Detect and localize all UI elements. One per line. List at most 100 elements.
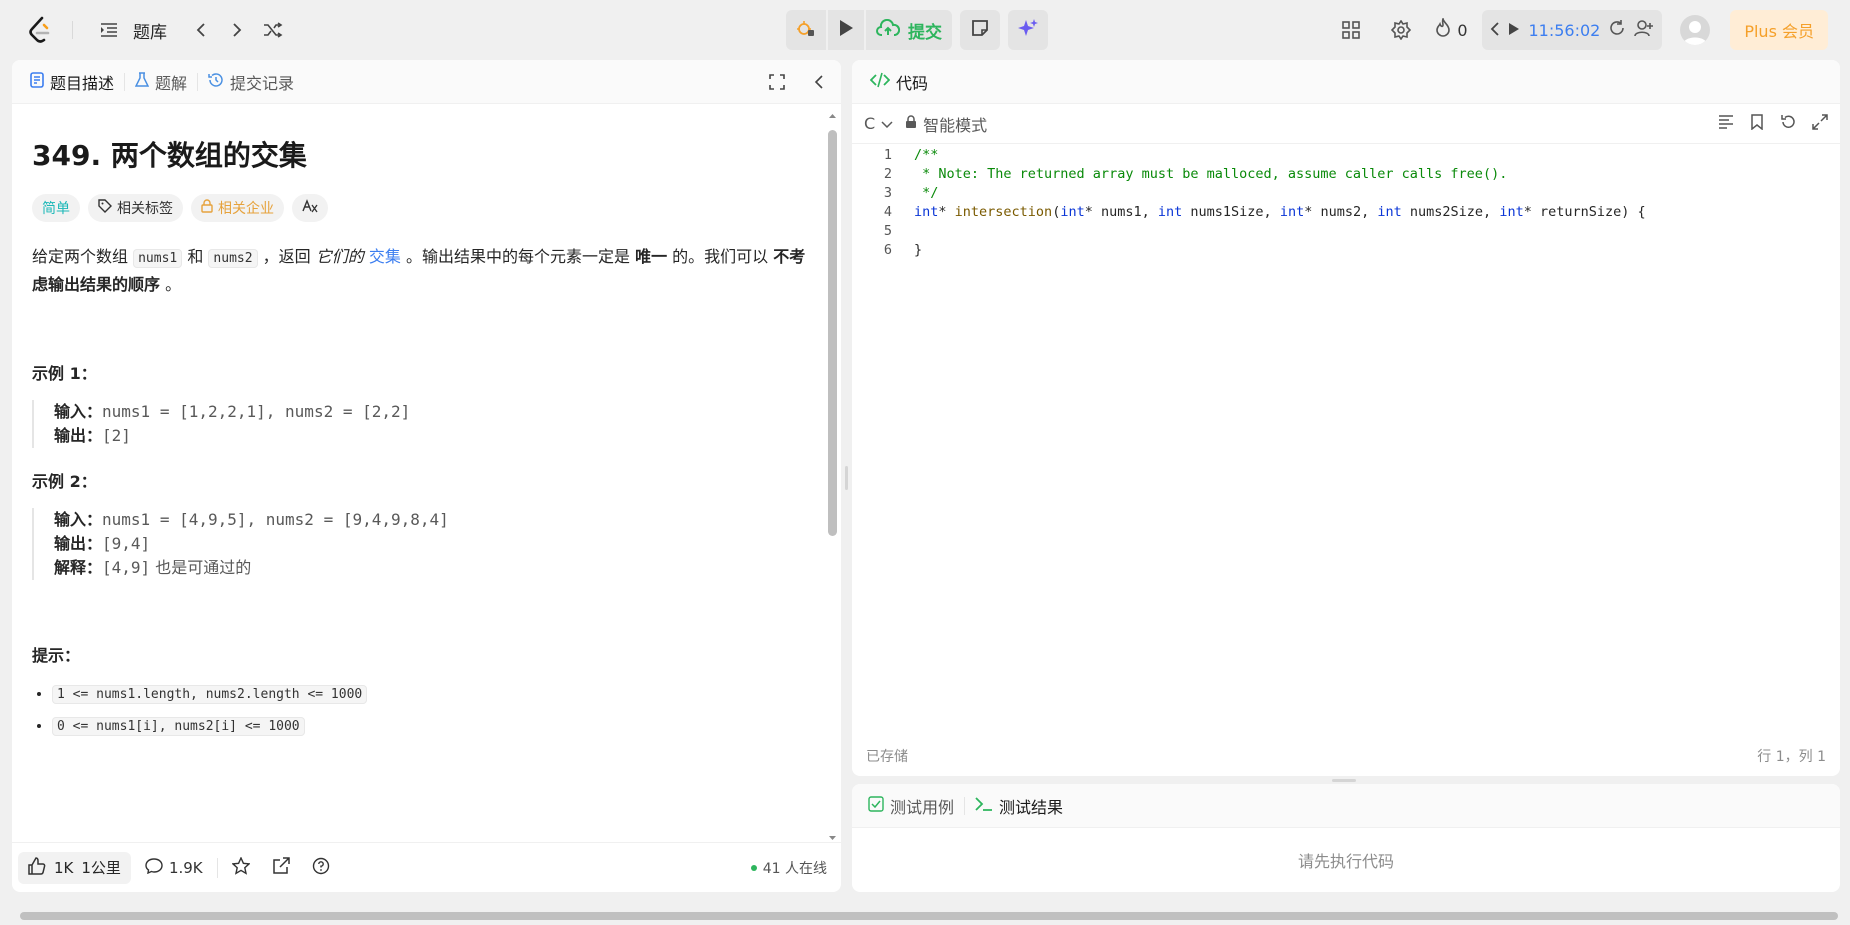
hint-code: 0 <= nums1[i], nums2[i] <= 1000	[52, 717, 305, 736]
shuffle-icon[interactable]	[259, 16, 287, 44]
desc-text: 给定两个数组	[32, 247, 134, 266]
output-label: 输出：	[54, 426, 103, 445]
like-button[interactable]: 1K 1公里	[18, 851, 131, 884]
ai-assist-button[interactable]	[1008, 10, 1048, 50]
history-icon	[208, 72, 224, 92]
help-circle-icon	[312, 857, 330, 879]
note-button[interactable]	[960, 10, 1000, 50]
editor-toolbar: C 智能模式	[852, 104, 1840, 144]
user-avatar[interactable]	[1680, 15, 1711, 45]
token: intersection	[954, 204, 1053, 220]
output-label: 输出：	[54, 534, 103, 553]
lock-icon	[905, 114, 917, 133]
related-tags-button[interactable]: 相关标签	[88, 194, 183, 222]
hint-code: 1 <= nums1.length, nums2.length <= 1000	[52, 685, 368, 704]
code-panel-header: 代码	[852, 60, 1840, 104]
desc-code: nums1	[133, 249, 183, 268]
online-count: 41 人在线	[750, 858, 827, 878]
bookmark-icon[interactable]	[1750, 113, 1764, 134]
online-text: 41 人在线	[762, 860, 827, 877]
submit-button[interactable]: 提交	[866, 10, 952, 50]
token: int	[914, 204, 939, 220]
cursor-position: 行 1，列 1	[1757, 749, 1826, 765]
desc-text: 的。我们可以	[667, 247, 774, 266]
debug-run-submit-group: 提交	[786, 10, 952, 50]
timer-play-icon[interactable]	[1508, 21, 1520, 40]
problem-panel-tabs: 题目描述 题解 提交记录	[12, 60, 841, 104]
online-dot	[750, 864, 757, 871]
expand-icon[interactable]	[1812, 113, 1828, 134]
tab-description[interactable]: 题目描述	[30, 70, 114, 94]
streak-counter[interactable]: 0	[1426, 16, 1476, 42]
explain-text: 也是可通过的	[150, 558, 252, 577]
test-panel: 测试用例 测试结果 请先执行代码	[852, 784, 1840, 892]
favorite-button[interactable]	[218, 855, 264, 879]
problem-content: 349. 两个数组的交集 简单 相关标签 相关企业 给定两个数组 nums1 和…	[12, 104, 832, 842]
intersection-link[interactable]: 交集	[369, 247, 401, 266]
cloud-upload-icon	[876, 18, 901, 42]
example-output: [9,4]	[102, 534, 151, 553]
description-scrollbar[interactable]	[828, 112, 837, 842]
tab-code[interactable]: 代码	[869, 70, 928, 94]
fullscreen-icon[interactable]	[769, 74, 785, 94]
language-select[interactable]: C	[864, 114, 905, 133]
translate-button[interactable]	[292, 194, 328, 222]
problem-description: 给定两个数组 nums1 和 nums2 ，返回 它们的 交集 。输出结果中的每…	[32, 244, 812, 298]
help-button[interactable]	[298, 857, 344, 879]
prev-problem-icon[interactable]	[187, 16, 215, 44]
smart-mode-toggle[interactable]: 智能模式	[905, 112, 987, 136]
vertical-splitter[interactable]	[845, 466, 848, 490]
format-align-icon[interactable]	[1718, 114, 1734, 134]
collapse-panel-icon[interactable]	[813, 74, 825, 94]
tab-testcases[interactable]: 测试用例	[868, 794, 954, 818]
token: * nums2,	[1304, 204, 1378, 220]
debug-button[interactable]	[786, 10, 826, 50]
leetcode-logo-icon[interactable]	[28, 16, 52, 44]
desc-text: 。输出结果中的每个元素一定是	[400, 247, 636, 266]
token: int	[1499, 204, 1524, 220]
settings-gear-icon[interactable]	[1376, 20, 1426, 40]
next-problem-icon[interactable]	[223, 16, 251, 44]
token: nums2Size,	[1401, 204, 1500, 220]
difficulty-badge[interactable]: 简单	[32, 194, 80, 222]
desc-emphasis: 它们的	[315, 247, 364, 266]
share-external-icon	[272, 856, 290, 879]
language-value: C	[864, 114, 876, 133]
add-user-icon[interactable]	[1634, 19, 1654, 41]
page-horizontal-scrollbar[interactable]	[20, 912, 1838, 920]
thumbs-up-icon	[28, 856, 46, 879]
tab-submissions-label: 提交记录	[230, 73, 295, 93]
code-editor[interactable]: 1 /** 2 * Note: The returned array must …	[852, 144, 1840, 704]
scroll-up-icon[interactable]	[828, 112, 837, 120]
timer-reset-icon[interactable]	[1608, 19, 1626, 41]
tab-test-results[interactable]: 测试结果	[975, 794, 1063, 818]
scroll-down-icon[interactable]	[828, 834, 837, 842]
layout-grid-icon[interactable]	[1326, 21, 1376, 39]
flask-icon	[134, 71, 150, 92]
run-button[interactable]	[828, 10, 864, 50]
hints-title: 提示：	[32, 646, 81, 665]
tab-submissions[interactable]: 提交记录	[208, 70, 294, 94]
divider	[964, 796, 966, 815]
comments-button[interactable]: 1.9K	[131, 857, 217, 878]
example-output: [2]	[102, 426, 131, 445]
timer-collapse-icon[interactable]	[1490, 21, 1500, 40]
related-companies-label: 相关企业	[218, 201, 274, 217]
reset-code-icon[interactable]	[1780, 114, 1796, 134]
submit-label: 提交	[908, 22, 942, 43]
tab-solutions[interactable]: 题解	[134, 70, 187, 94]
scroll-thumb[interactable]	[828, 130, 837, 536]
problem-list-link[interactable]: 题库	[133, 18, 167, 43]
horizontal-splitter[interactable]	[1332, 779, 1356, 782]
example-2-title: 示例 2：	[32, 472, 97, 491]
test-panel-tabs: 测试用例 测试结果	[852, 784, 1840, 828]
list-indent-icon[interactable]	[95, 16, 123, 44]
hints-list: 1 <= nums1.length, nums2.length <= 1000 …	[32, 685, 812, 736]
terminal-icon	[975, 796, 993, 816]
share-button[interactable]	[264, 856, 298, 879]
related-companies-button[interactable]: 相关企业	[191, 194, 284, 222]
related-tags-label: 相关标签	[117, 201, 173, 217]
plus-membership-button[interactable]: Plus 会员	[1730, 10, 1828, 50]
divider	[124, 72, 126, 91]
token: int	[1157, 204, 1183, 220]
